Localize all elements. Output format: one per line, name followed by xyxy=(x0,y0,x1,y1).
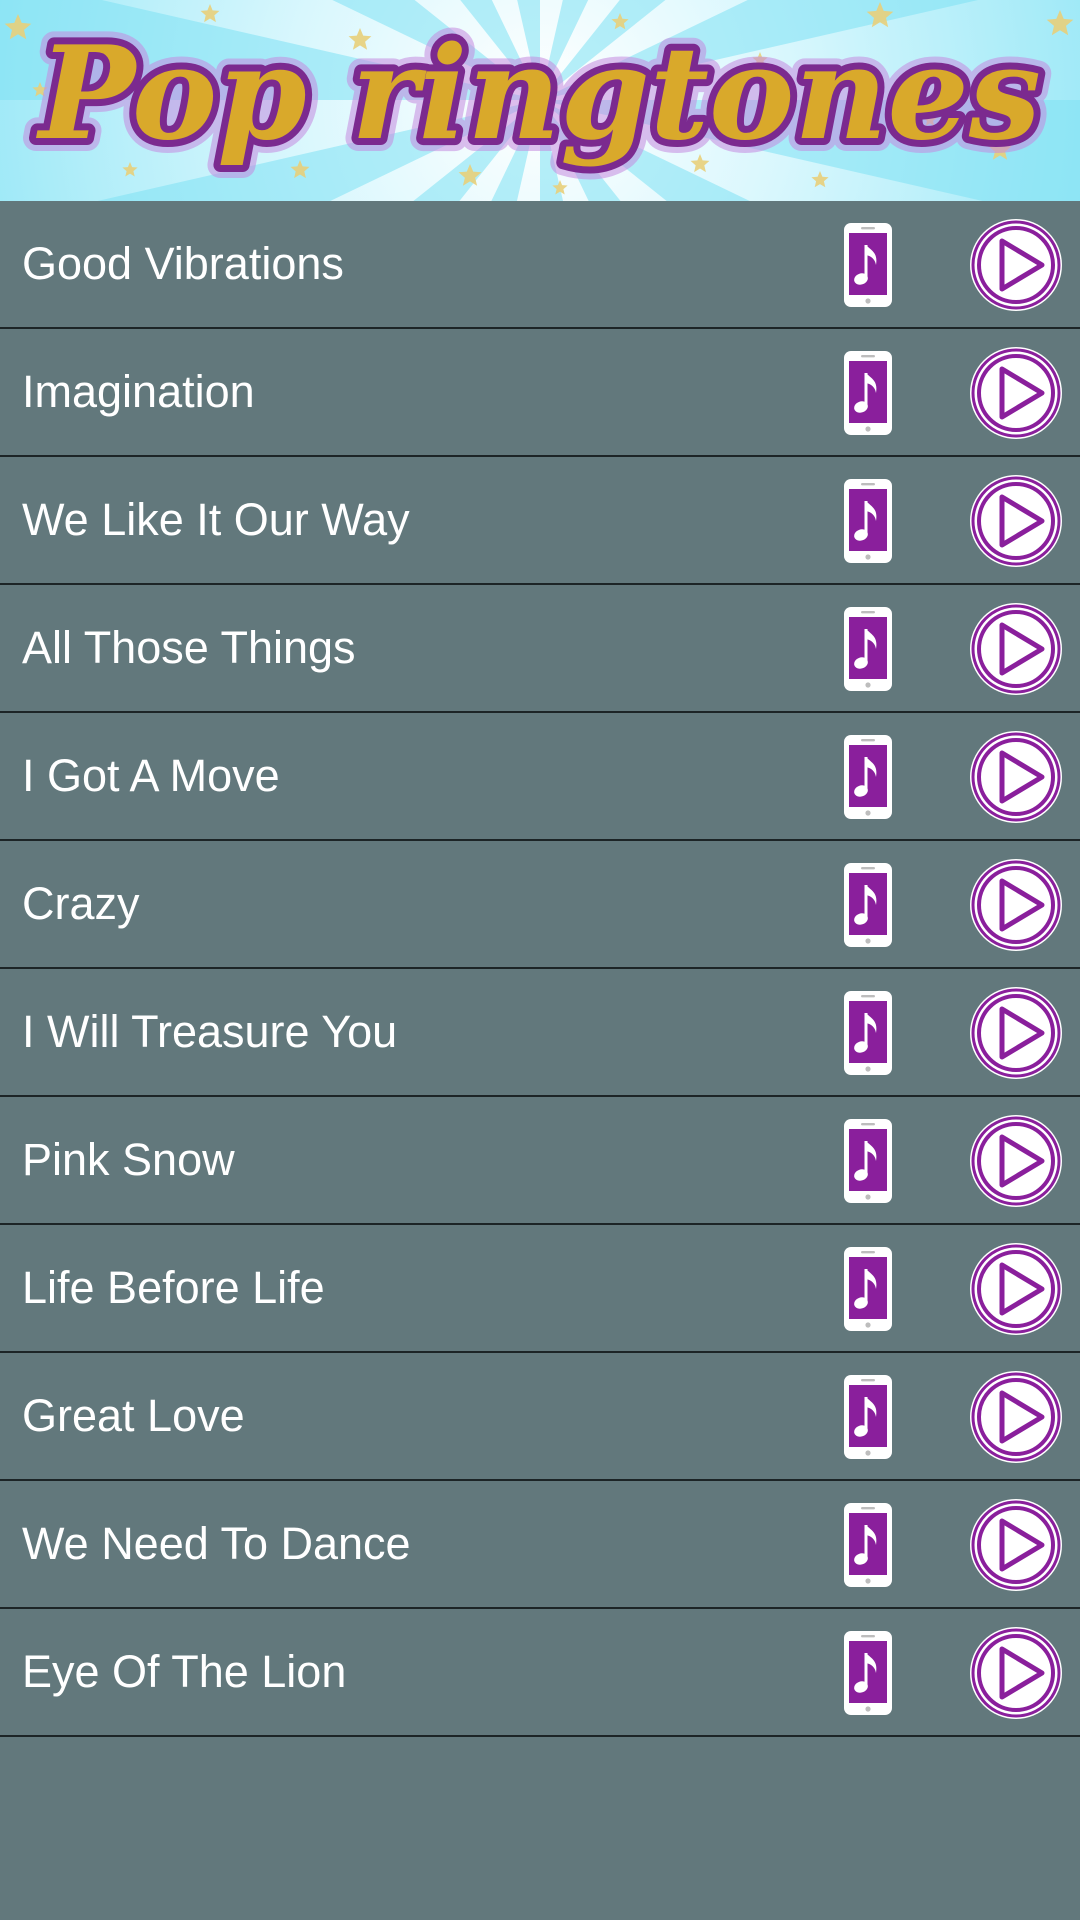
play-circle-icon[interactable] xyxy=(968,729,1064,825)
app-screen: Pop ringtones Pop ringtones Pop ringtone… xyxy=(0,0,1080,1920)
play-circle-icon[interactable] xyxy=(968,985,1064,1081)
list-item[interactable]: We Need To Dance xyxy=(0,1481,1080,1609)
banner-title-art: Pop ringtones Pop ringtones Pop ringtone… xyxy=(23,6,1054,182)
list-item[interactable]: I Will Treasure You xyxy=(0,969,1080,1097)
play-circle-icon[interactable] xyxy=(968,345,1064,441)
play-circle-icon[interactable] xyxy=(968,1369,1064,1465)
play-circle-icon[interactable] xyxy=(968,601,1064,697)
song-title: Eye Of The Lion xyxy=(22,1646,347,1697)
phone-music-note-icon[interactable] xyxy=(842,221,894,309)
song-title: I Got A Move xyxy=(22,750,280,801)
phone-music-note-icon[interactable] xyxy=(842,989,894,1077)
list-item[interactable]: Imagination xyxy=(0,329,1080,457)
list-item[interactable]: Eye Of The Lion xyxy=(0,1609,1080,1737)
song-title: Life Before Life xyxy=(22,1262,325,1313)
list-item[interactable]: I Got A Move xyxy=(0,713,1080,841)
phone-music-note-icon[interactable] xyxy=(842,1501,894,1589)
play-circle-icon[interactable] xyxy=(968,217,1064,313)
song-title: I Will Treasure You xyxy=(22,1006,398,1057)
ringtone-list: Good Vibrations Imagination We Like It Our… xyxy=(0,201,1080,1737)
phone-music-note-icon[interactable] xyxy=(842,1245,894,1333)
list-item[interactable]: Crazy xyxy=(0,841,1080,969)
play-circle-icon[interactable] xyxy=(968,857,1064,953)
song-title: Crazy xyxy=(22,878,140,929)
play-circle-icon[interactable] xyxy=(968,473,1064,569)
header-banner: Pop ringtones Pop ringtones Pop ringtone… xyxy=(0,0,1080,201)
page-title: Pop ringtones xyxy=(36,19,1041,169)
song-title: Imagination xyxy=(22,366,255,417)
list-item[interactable]: We Like It Our Way xyxy=(0,457,1080,585)
song-title: We Need To Dance xyxy=(22,1518,411,1569)
song-title: Pink Snow xyxy=(22,1134,235,1185)
song-title: Good Vibrations xyxy=(22,238,344,289)
list-item[interactable]: All Those Things xyxy=(0,585,1080,713)
play-circle-icon[interactable] xyxy=(968,1113,1064,1209)
phone-music-note-icon[interactable] xyxy=(842,1117,894,1205)
list-item[interactable]: Pink Snow xyxy=(0,1097,1080,1225)
play-circle-icon[interactable] xyxy=(968,1625,1064,1721)
phone-music-note-icon[interactable] xyxy=(842,605,894,693)
list-item[interactable]: Life Before Life xyxy=(0,1225,1080,1353)
song-title: Great Love xyxy=(22,1390,245,1441)
song-title: We Like It Our Way xyxy=(22,494,410,545)
phone-music-note-icon[interactable] xyxy=(842,733,894,821)
phone-music-note-icon[interactable] xyxy=(842,1373,894,1461)
phone-music-note-icon[interactable] xyxy=(842,349,894,437)
song-title: All Those Things xyxy=(22,622,356,673)
phone-music-note-icon[interactable] xyxy=(842,861,894,949)
list-item[interactable]: Good Vibrations xyxy=(0,201,1080,329)
play-circle-icon[interactable] xyxy=(968,1497,1064,1593)
phone-music-note-icon[interactable] xyxy=(842,477,894,565)
phone-music-note-icon[interactable] xyxy=(842,1629,894,1717)
play-circle-icon[interactable] xyxy=(968,1241,1064,1337)
list-item[interactable]: Great Love xyxy=(0,1353,1080,1481)
